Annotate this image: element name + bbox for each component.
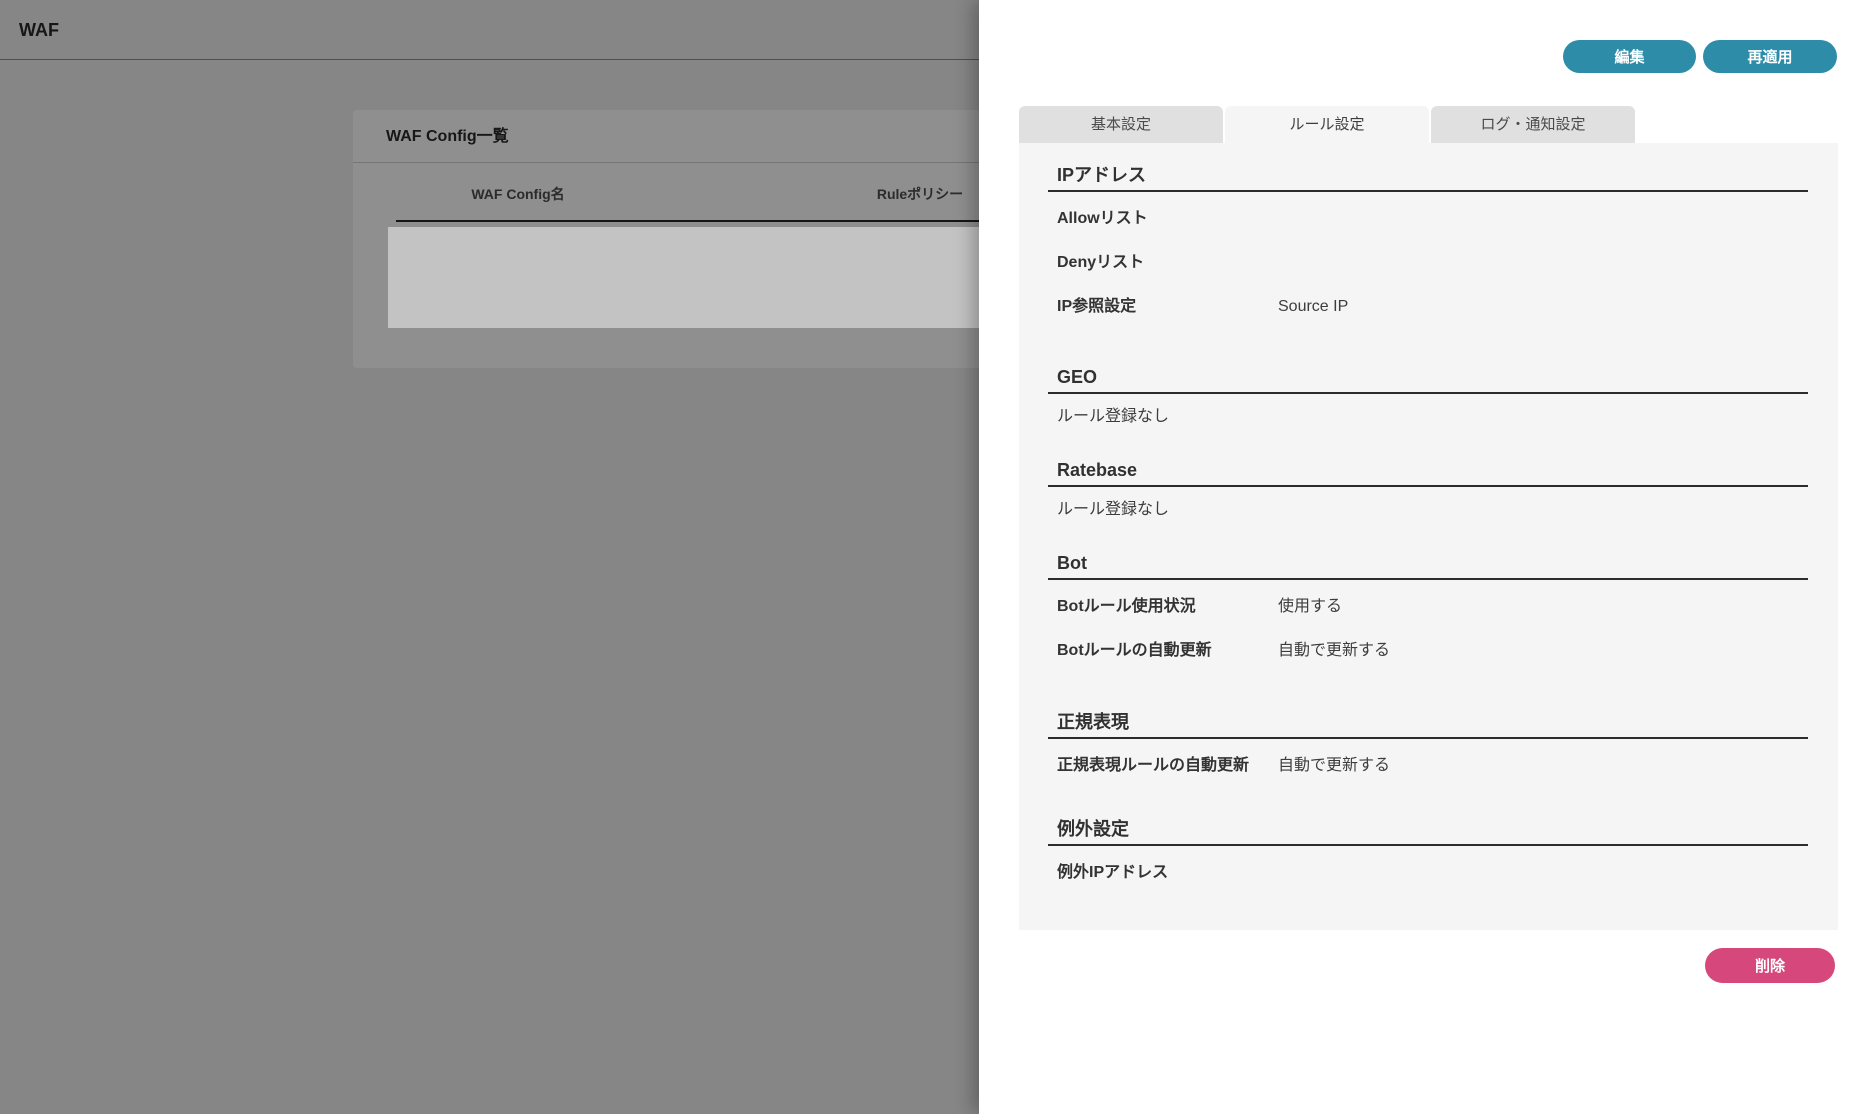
setting-value: Source IP — [1278, 298, 1348, 316]
settings-tabs: 基本設定 ルール設定 ログ・通知設定 — [1019, 106, 1635, 143]
section-exception-settings: 例外設定 例外IPアドレス — [1048, 820, 1808, 882]
reapply-button[interactable]: 再適用 — [1703, 40, 1837, 73]
section-title: GEO — [1048, 368, 1808, 394]
section-ip-address: IPアドレス Allowリスト Denyリスト IP参照設定 Source IP — [1048, 166, 1808, 316]
section-title: Ratebase — [1048, 461, 1808, 487]
screen: WAF WAF Config一覧 WAF Config名 Ruleポリシー 編集… — [0, 0, 1870, 1114]
setting-label: 正規表現ルールの自動更新 — [1057, 757, 1278, 775]
setting-value: 使用する — [1278, 598, 1342, 616]
setting-row: 例外IPアドレス — [1048, 864, 1808, 882]
setting-label: Allowリスト — [1057, 210, 1278, 228]
setting-label: 例外IPアドレス — [1057, 864, 1278, 882]
setting-value: 自動で更新する — [1278, 757, 1390, 775]
setting-row: Denyリスト — [1048, 254, 1808, 272]
edit-button[interactable]: 編集 — [1563, 40, 1696, 73]
setting-row: Allowリスト — [1048, 210, 1808, 228]
setting-label: Denyリスト — [1057, 254, 1278, 272]
tab-log-notification-settings[interactable]: ログ・通知設定 — [1431, 106, 1635, 143]
setting-label: IP参照設定 — [1057, 298, 1278, 316]
section-title: IPアドレス — [1048, 166, 1808, 192]
setting-row: IP参照設定 Source IP — [1048, 298, 1808, 316]
setting-row: Botルール使用状況 使用する — [1048, 598, 1808, 616]
delete-button[interactable]: 削除 — [1705, 948, 1835, 983]
section-geo: GEO ルール登録なし — [1048, 368, 1808, 426]
setting-label: Botルール使用状況 — [1057, 598, 1278, 616]
no-rules-note: ルール登録なし — [1048, 408, 1808, 426]
section-ratebase: Ratebase ルール登録なし — [1048, 461, 1808, 519]
section-title: 例外設定 — [1048, 820, 1808, 846]
rule-settings-panel: IPアドレス Allowリスト Denyリスト IP参照設定 Source IP… — [1019, 143, 1838, 930]
tab-basic-settings[interactable]: 基本設定 — [1019, 106, 1223, 143]
setting-label: Botルールの自動更新 — [1057, 642, 1278, 660]
tab-rule-settings[interactable]: ルール設定 — [1225, 106, 1429, 143]
section-bot: Bot Botルール使用状況 使用する Botルールの自動更新 自動で更新する — [1048, 554, 1808, 660]
setting-value: 自動で更新する — [1278, 642, 1390, 660]
section-title: Bot — [1048, 554, 1808, 580]
section-regex: 正規表現 正規表現ルールの自動更新 自動で更新する — [1048, 713, 1808, 775]
setting-row: Botルールの自動更新 自動で更新する — [1048, 642, 1808, 660]
no-rules-note: ルール登録なし — [1048, 501, 1808, 519]
section-title: 正規表現 — [1048, 713, 1808, 739]
column-header-config-name: WAF Config名 — [428, 184, 608, 204]
waf-config-detail-drawer: 編集 再適用 基本設定 ルール設定 ログ・通知設定 IPアドレス Allowリス… — [979, 0, 1870, 1114]
setting-row: 正規表現ルールの自動更新 自動で更新する — [1048, 757, 1808, 775]
page-title: WAF — [19, 0, 59, 60]
